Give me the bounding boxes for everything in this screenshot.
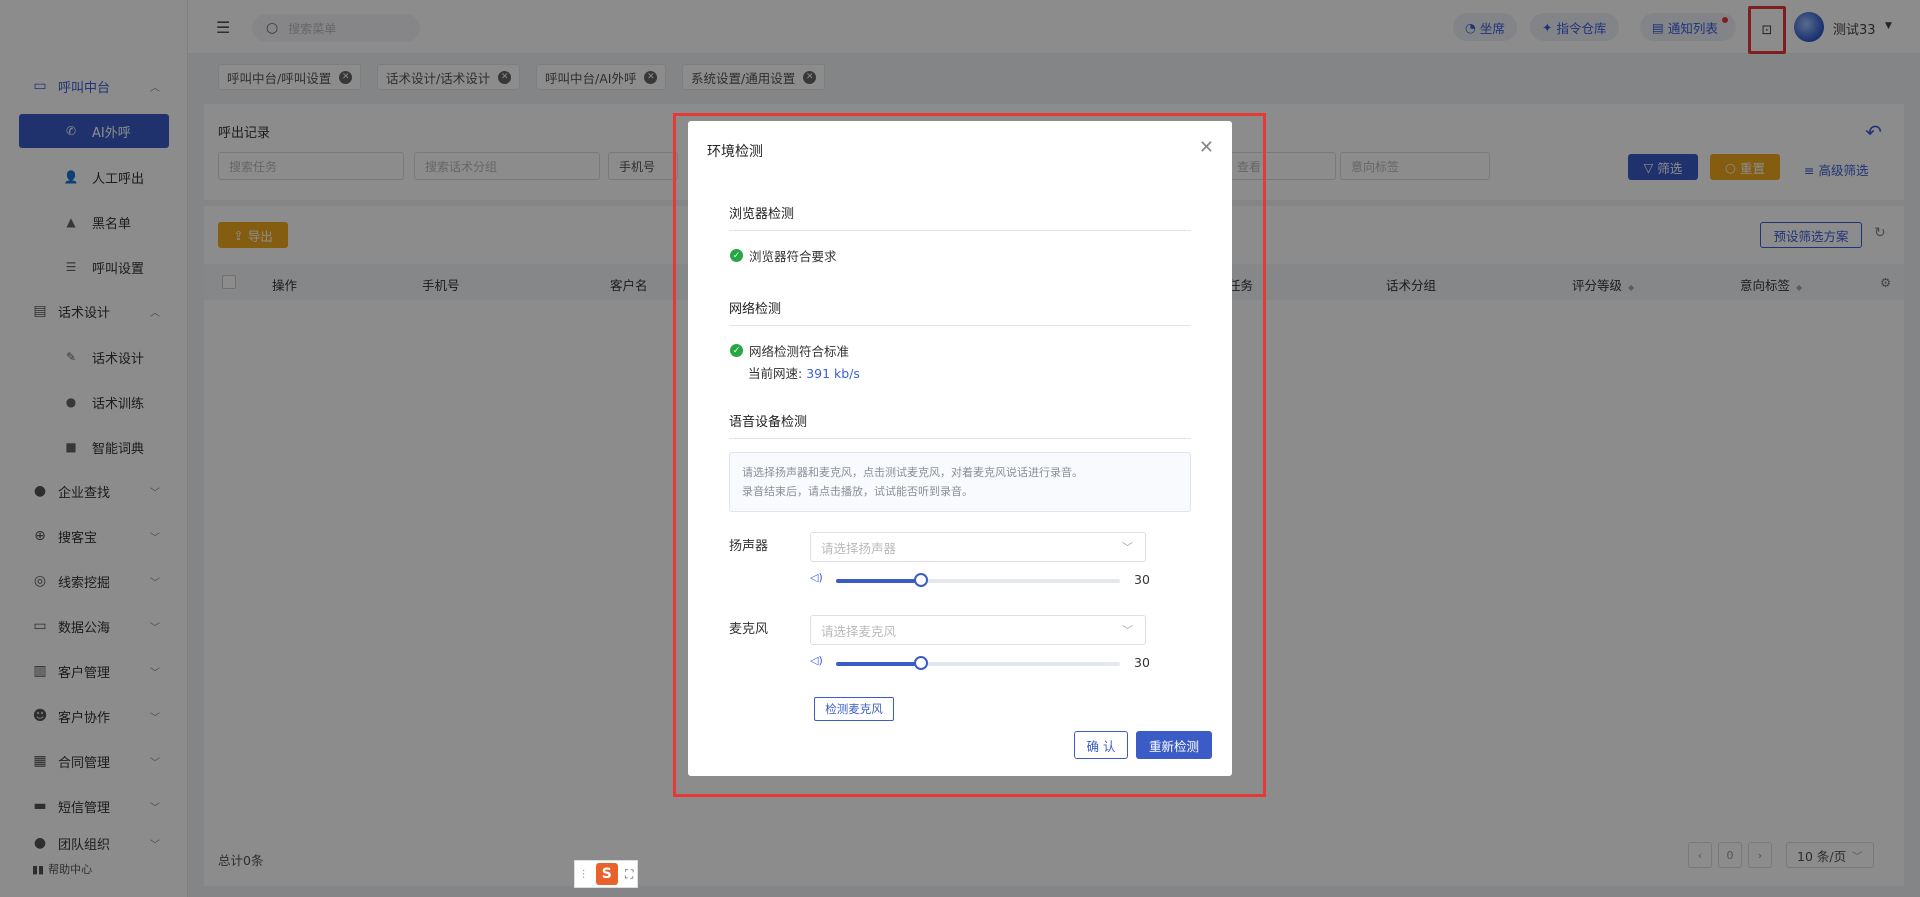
mic-volume-value: 30 bbox=[1134, 655, 1150, 670]
slider-fill bbox=[836, 579, 922, 583]
mic-label: 麦克风 bbox=[729, 622, 769, 637]
environment-check-dialog: 环境检测 ✕ 浏览器检测 ✓ 浏览器符合要求 网络检测 ✓ 网络检测符合标准 当… bbox=[688, 121, 1232, 776]
divider bbox=[729, 230, 1191, 231]
slider-handle[interactable] bbox=[914, 656, 929, 670]
mic-volume-slider[interactable] bbox=[836, 656, 1120, 670]
speaker-placeholder: 请选择扬声器 bbox=[821, 540, 897, 556]
close-icon[interactable]: ✕ bbox=[1199, 137, 1214, 158]
detect-mic-button[interactable]: 检测麦克风 bbox=[814, 697, 894, 721]
chevron-down-icon: ﹀ bbox=[1122, 624, 1133, 637]
browser-check-result: ✓ 浏览器符合要求 bbox=[730, 246, 837, 265]
volume-icon: ◁) bbox=[810, 654, 823, 667]
voice-check-heading: 语音设备检测 bbox=[729, 415, 808, 430]
network-check-heading: 网络检测 bbox=[729, 302, 782, 317]
mic-placeholder: 请选择麦克风 bbox=[821, 623, 897, 639]
confirm-button[interactable]: 确 认 bbox=[1074, 731, 1128, 759]
tip-line: 录音结束后，请点击播放，试试能否听到录音。 bbox=[742, 485, 973, 498]
speed-value: 391 kb/s bbox=[806, 366, 860, 381]
ime-toolbar[interactable]: ⋮ S ⛶ bbox=[574, 860, 638, 888]
divider bbox=[729, 325, 1191, 326]
slider-handle[interactable] bbox=[914, 573, 929, 587]
slider-fill bbox=[836, 662, 922, 666]
speaker-select[interactable]: 请选择扬声器 ﹀ bbox=[810, 532, 1146, 562]
check-circle-icon: ✓ bbox=[730, 249, 743, 262]
network-speed: 当前网速: 391 kb/s bbox=[748, 363, 860, 382]
speaker-label: 扬声器 bbox=[729, 539, 769, 554]
speed-label: 当前网速: bbox=[748, 366, 803, 381]
voice-check-tip: 请选择扬声器和麦克风，点击测试麦克风，对着麦克风说话进行录音。 录音结束后，请点… bbox=[729, 452, 1191, 512]
divider bbox=[729, 438, 1191, 439]
volume-icon: ◁) bbox=[810, 571, 823, 584]
check-circle-icon: ✓ bbox=[730, 344, 743, 357]
drag-handle-icon[interactable]: ⋮ bbox=[579, 869, 589, 880]
speaker-volume-slider[interactable] bbox=[836, 573, 1120, 587]
browser-check-heading: 浏览器检测 bbox=[729, 207, 795, 222]
network-check-text: 网络检测符合标准 bbox=[749, 344, 850, 359]
ime-logo-icon: S bbox=[595, 863, 618, 885]
retest-button[interactable]: 重新检测 bbox=[1136, 731, 1212, 759]
tip-line: 请选择扬声器和麦克风，点击测试麦克风，对着麦克风说话进行录音。 bbox=[742, 466, 1083, 479]
network-check-result: ✓ 网络检测符合标准 bbox=[730, 341, 849, 360]
fullscreen-icon[interactable]: ⛶ bbox=[625, 867, 633, 882]
browser-check-text: 浏览器符合要求 bbox=[749, 249, 837, 264]
chevron-down-icon: ﹀ bbox=[1122, 541, 1133, 554]
dialog-title: 环境检测 bbox=[707, 144, 763, 160]
mic-select[interactable]: 请选择麦克风 ﹀ bbox=[810, 615, 1146, 645]
speaker-volume-value: 30 bbox=[1134, 572, 1150, 587]
